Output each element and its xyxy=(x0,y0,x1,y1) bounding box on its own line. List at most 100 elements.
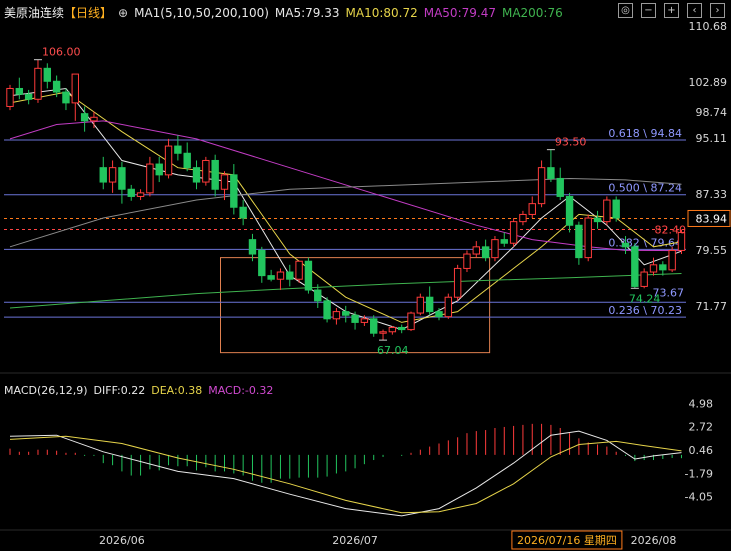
settings-icon[interactable]: ⊕ xyxy=(118,6,128,20)
candle-body-down xyxy=(556,177,564,197)
candle-body-down xyxy=(314,289,322,302)
candle-body-up xyxy=(388,326,397,333)
candle xyxy=(108,160,117,193)
price-axis-tick: 79.55 xyxy=(696,244,728,257)
candle xyxy=(202,156,210,186)
candle-body-down xyxy=(24,93,33,100)
candle xyxy=(640,268,648,289)
extreme-price-label: 106.00 xyxy=(42,46,81,59)
ma5-value: MA5:79.33 xyxy=(274,6,340,20)
candle xyxy=(146,156,154,197)
extreme-price-label: 93.50 xyxy=(555,136,587,149)
reference-label: 82.40 xyxy=(655,224,687,237)
price-chart[interactable]: 0.618 \ 94.840.500 \ 87.240.382 \ 79.640… xyxy=(0,0,731,551)
candle-body-down xyxy=(323,300,331,320)
candle xyxy=(388,326,397,335)
candle-body-down xyxy=(435,311,443,318)
candle-body-down xyxy=(239,206,247,219)
macd-diff-line xyxy=(9,430,682,517)
candle xyxy=(491,236,499,262)
candle xyxy=(24,89,33,105)
candle-body-down xyxy=(631,246,639,287)
candle xyxy=(323,297,331,323)
minus-box-icon[interactable]: − xyxy=(641,3,656,18)
candle xyxy=(565,192,574,233)
candle xyxy=(463,250,471,273)
candle-body-up xyxy=(6,87,14,107)
candle-body-down xyxy=(500,239,508,244)
candle xyxy=(71,73,79,121)
candle-body-up xyxy=(407,312,415,331)
candle-body-up xyxy=(136,192,145,197)
candle xyxy=(304,257,313,294)
price-axis-tick: 98.74 xyxy=(696,106,728,119)
candle xyxy=(519,210,527,226)
x-axis-label: 2026/07 xyxy=(332,534,378,547)
candle xyxy=(230,164,238,215)
candle-body-down xyxy=(565,195,574,226)
macd-axis-tick: -4.05 xyxy=(685,491,713,504)
candle xyxy=(659,261,667,276)
candle xyxy=(444,293,453,319)
candle xyxy=(500,232,508,247)
macd-axis-tick: 0.46 xyxy=(689,444,714,457)
price-axis-tick: 71.77 xyxy=(696,300,728,313)
candle xyxy=(668,246,676,273)
candle xyxy=(407,311,415,332)
x-axis-label: 2026/08 xyxy=(631,534,677,547)
candle xyxy=(174,135,182,161)
plus-box-icon[interactable]: + xyxy=(664,3,679,18)
extreme-price-label: 67.04 xyxy=(377,344,409,357)
candle-body-down xyxy=(15,87,24,95)
candle-body-up xyxy=(537,167,546,205)
candle-body-up xyxy=(603,199,611,223)
candle xyxy=(425,286,434,316)
candle-body-down xyxy=(230,174,238,208)
candle xyxy=(6,84,14,111)
macd-diff: DIFF:0.22 xyxy=(93,384,146,397)
candle xyxy=(593,210,602,229)
candle-body-up xyxy=(108,167,117,183)
candle-body-down xyxy=(612,199,620,219)
candle xyxy=(453,264,462,301)
symbol-name: 美原油连续 xyxy=(4,6,65,20)
candle-body-down xyxy=(593,217,602,223)
candle-body-down xyxy=(127,188,135,197)
candle xyxy=(155,156,163,183)
candle-body-up xyxy=(472,246,480,255)
period-label[interactable]: 【日线】 xyxy=(64,6,112,20)
candle xyxy=(99,156,107,190)
candle-body-down xyxy=(211,159,219,190)
macd-value: MACD:-0.32 xyxy=(208,384,274,397)
price-axis-tick: 87.33 xyxy=(696,188,728,201)
ma10-value: MA10:80.72 xyxy=(345,6,418,20)
candle xyxy=(211,154,219,197)
target-icon[interactable]: ◎ xyxy=(618,3,633,18)
ma50-value: MA50:79.47 xyxy=(423,6,496,20)
candle xyxy=(612,196,620,222)
candle-body-down xyxy=(52,80,61,93)
chevron-left-icon[interactable]: ‹ xyxy=(687,3,702,18)
x-axis-label: 2026/06 xyxy=(99,534,145,547)
candle-body-up xyxy=(34,67,42,100)
candle-body-up xyxy=(202,159,210,183)
candle-body-down xyxy=(659,264,667,271)
candle xyxy=(34,59,42,103)
candle-body-down xyxy=(397,326,406,331)
candle-body-up xyxy=(146,163,154,194)
candle xyxy=(295,260,303,283)
candle-body-up xyxy=(164,145,173,176)
candle xyxy=(537,160,546,208)
candle-body-up xyxy=(649,264,658,273)
candle xyxy=(127,184,135,201)
ma-params: MA1(5,10,50,200,100) xyxy=(134,6,269,20)
candle-body-up xyxy=(444,296,453,318)
macd-axis-tick: -1.79 xyxy=(685,467,713,480)
macd-axis-tick: 4.98 xyxy=(689,397,714,410)
chart-window: 0.618 \ 94.84 0.500 \ 87.24 0.382 \ 79.64 0… xyxy=(0,0,731,551)
candle-body-down xyxy=(351,314,359,323)
fib-label: 0.618 \ 94.84 xyxy=(608,127,682,140)
candle-body-up xyxy=(584,217,592,259)
candle-body-down xyxy=(155,163,163,176)
chevron-right-icon[interactable]: › xyxy=(710,3,725,18)
